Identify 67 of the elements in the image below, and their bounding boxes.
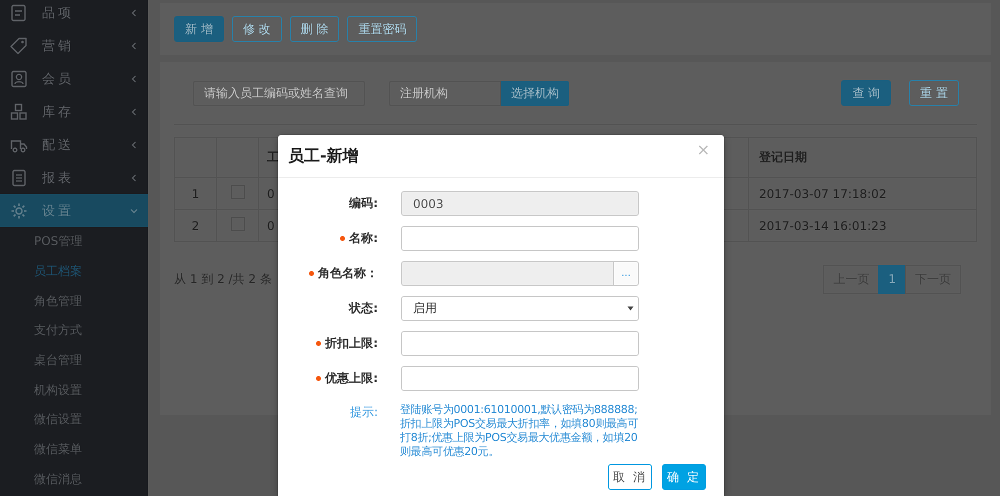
toolbar-button[interactable]: 修 改: [232, 16, 282, 42]
chevron-left-icon: [130, 140, 138, 148]
search-button[interactable]: 查 询: [841, 80, 892, 106]
column-header: 登记日期: [759, 150, 807, 164]
tag-icon: [10, 36, 28, 54]
chevron-left-icon: [130, 8, 138, 16]
table-cell: 2017-03-14 16:01:23: [759, 218, 886, 232]
user-card-icon: [10, 70, 28, 88]
code-field[interactable]: 0003: [401, 191, 639, 216]
document-icon: [10, 4, 28, 22]
role-field[interactable]: [401, 261, 613, 286]
sidebar-item[interactable]: 设置: [0, 194, 148, 227]
status-dropdown[interactable]: 启用: [401, 296, 639, 321]
boxes-icon: [10, 102, 28, 120]
hint-text: 登陆账号为0001:61010001,默认密码为888888;折扣上限为POS交易最大折扣率，如填80则最高可打8折;优惠上限为POS交易最大优惠金额，如填20则最高可优惠20元。: [400, 403, 640, 459]
toolbar-button[interactable]: 重置密码: [347, 16, 418, 42]
submenu-item[interactable]: POS管理: [34, 233, 82, 250]
submenu-item[interactable]: 员工档案: [34, 263, 82, 280]
input-field[interactable]: [401, 366, 639, 391]
field-label: 编码:: [349, 195, 378, 212]
submenu-item[interactable]: 角色管理: [34, 292, 82, 310]
field-label: 折扣上限:: [316, 335, 378, 352]
close-button[interactable]: ×: [696, 140, 710, 159]
hint-label: 提示:: [350, 404, 378, 421]
search-button[interactable]: 重 置: [909, 80, 959, 106]
field-label: 优惠上限:: [316, 370, 378, 387]
chevron-down-icon: [130, 206, 138, 214]
field-label: 名称:: [340, 230, 378, 247]
search-field[interactable]: 请输入员工编码或姓名查询: [193, 80, 365, 106]
dialog-button[interactable]: 取 消: [608, 464, 652, 490]
chevron-left-icon: [130, 42, 138, 50]
submenu-item[interactable]: 机构设置: [34, 382, 82, 399]
submenu-item[interactable]: 微信菜单: [34, 441, 82, 458]
column-header: 工: [267, 150, 279, 164]
sidebar-item[interactable]: 报表: [0, 161, 148, 194]
toolbar-button[interactable]: 删 除: [290, 16, 340, 42]
report-icon: [10, 168, 28, 186]
page-button[interactable]: 1: [878, 264, 906, 294]
sidebar-item[interactable]: 库存: [0, 95, 148, 128]
chevron-left-icon: [130, 108, 138, 116]
input-field[interactable]: [401, 331, 639, 356]
dropdown-caret-icon: [627, 306, 634, 311]
table-cell: 0: [267, 218, 275, 232]
settings-icon: [10, 202, 28, 220]
dialog-title: 员工-新增: [288, 146, 360, 166]
organization-field[interactable]: 注册机构: [389, 80, 501, 106]
chevron-left-icon: [130, 174, 138, 182]
table-cell: 2017-03-07 17:18:02: [759, 186, 886, 200]
field-label: 角色名称：: [309, 265, 378, 282]
chevron-left-icon: [130, 74, 138, 82]
dialog-button[interactable]: 确 定: [662, 464, 706, 490]
row-number: 1: [192, 186, 200, 200]
toolbar-button[interactable]: 新 增: [174, 16, 224, 42]
submenu-item[interactable]: 支付方式: [34, 322, 82, 340]
submenu-item[interactable]: 桌台管理: [34, 352, 82, 370]
table-cell: 0: [267, 186, 275, 200]
field-label: 状态:: [349, 300, 378, 317]
choose-organization-button[interactable]: 选择机构: [501, 80, 569, 106]
sidebar-item[interactable]: 配送: [0, 128, 148, 161]
sidebar-item[interactable]: 会员: [0, 62, 148, 95]
sidebar-item[interactable]: 营销: [0, 29, 148, 62]
input-field[interactable]: [401, 226, 639, 251]
row-number: 2: [192, 218, 200, 232]
browse-button[interactable]: ...: [613, 261, 639, 286]
submenu-item[interactable]: 微信消息: [34, 470, 82, 488]
submenu-item[interactable]: 微信设置: [34, 411, 82, 428]
sidebar-item[interactable]: 品项: [0, 0, 148, 29]
